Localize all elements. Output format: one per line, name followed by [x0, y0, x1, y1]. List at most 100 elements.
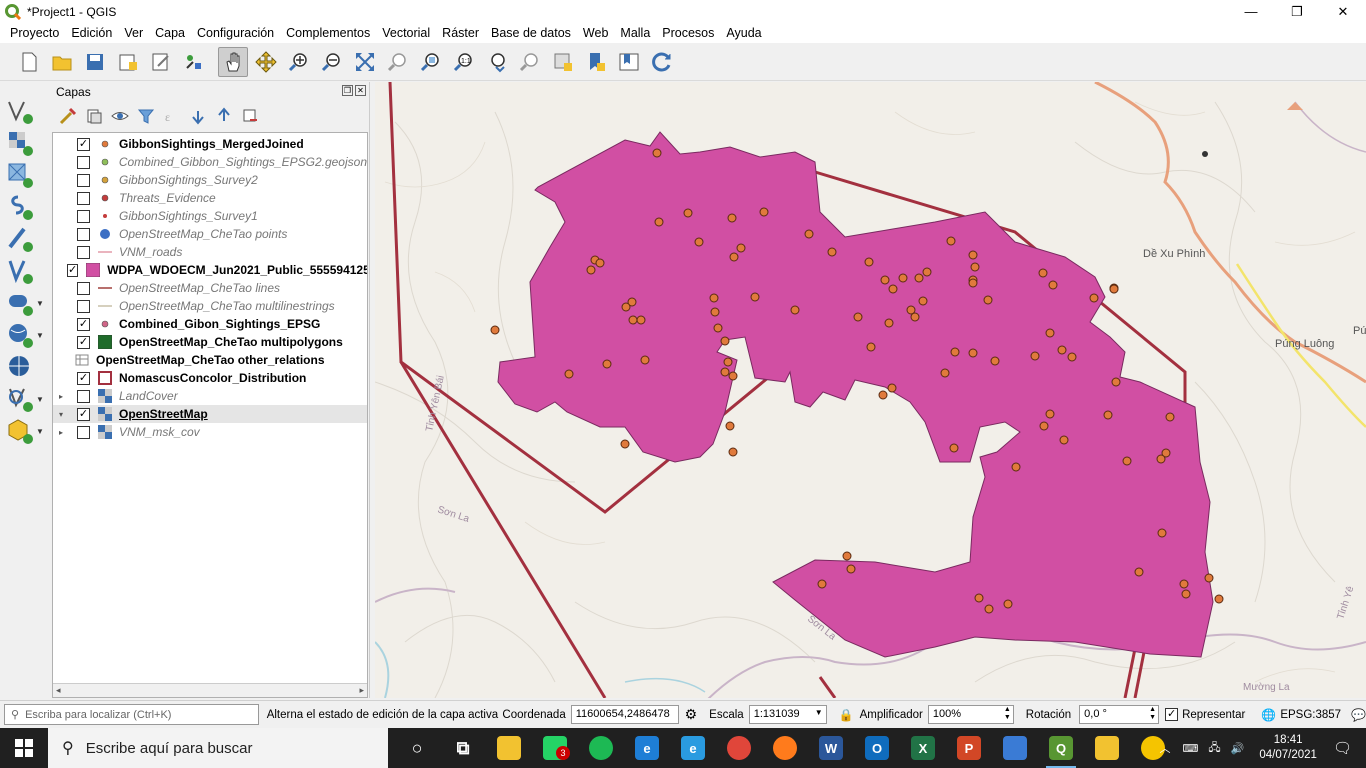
zoom-last-button[interactable]: [482, 47, 512, 77]
layer-visibility-checkbox[interactable]: [77, 425, 90, 439]
remove-layer-icon[interactable]: [240, 106, 260, 126]
zoom-to-selection-button[interactable]: [383, 47, 413, 77]
zoom-native-resolution-button[interactable]: 1:1: [449, 47, 479, 77]
menu-edicion[interactable]: Edición: [71, 26, 112, 40]
render-checkbox[interactable]: ✓: [1165, 708, 1179, 721]
collapse-arrow-icon[interactable]: ▾: [59, 410, 69, 419]
layer-row[interactable]: Combined_Gibbon_Sightings_EPSG2.geojson: [53, 153, 367, 171]
scale-field[interactable]: 1:131039 ▼: [748, 705, 827, 724]
menu-ayuda[interactable]: Ayuda: [726, 26, 761, 40]
menu-complementos[interactable]: Complementos: [286, 26, 370, 40]
menu-raster[interactable]: Ráster: [442, 26, 479, 40]
scroll-right-icon[interactable]: ▸: [359, 685, 364, 696]
crs-globe-icon[interactable]: 🌐: [1261, 708, 1276, 722]
excel-taskbar-button[interactable]: X: [900, 728, 946, 768]
firefox-taskbar-button[interactable]: [762, 728, 808, 768]
layer-row[interactable]: OpenStreetMap_CheTao points: [53, 225, 367, 243]
new-project-button[interactable]: [14, 47, 44, 77]
zoom-in-button[interactable]: [284, 47, 314, 77]
layer-row[interactable]: GibbonSightings_Survey1: [53, 207, 367, 225]
add-wfs-layer-button[interactable]: [6, 352, 46, 382]
coordinate-field[interactable]: 11600654,2486478: [570, 705, 679, 724]
messages-icon[interactable]: 💬: [1351, 708, 1366, 722]
spotify-taskbar-button[interactable]: [578, 728, 624, 768]
filter-legend-icon[interactable]: [136, 106, 156, 126]
task-view-taskbar-button[interactable]: ⧉: [440, 728, 486, 768]
chevron-down-icon[interactable]: ▼: [815, 708, 823, 717]
outlook-taskbar-button[interactable]: O: [854, 728, 900, 768]
spinner-icon[interactable]: ▲ ▼: [1004, 706, 1011, 722]
layer-row[interactable]: OpenStreetMap_CheTao other_relations: [53, 351, 367, 369]
layer-visibility-checkbox[interactable]: [77, 227, 90, 241]
add-postgis-layer-button[interactable]: ▼: [6, 288, 46, 318]
layer-visibility-checkbox[interactable]: [76, 155, 90, 169]
collapse-all-icon[interactable]: [214, 106, 234, 126]
chevron-up-icon[interactable]: ︿: [1160, 740, 1171, 756]
layer-row[interactable]: ✓ GibbonSightings_MergedJoined: [53, 135, 367, 153]
crs-label[interactable]: EPSG:3857: [1280, 709, 1341, 721]
locator-search-input[interactable]: ⚲ Escriba para localizar (Ctrl+K): [4, 704, 259, 725]
layer-row[interactable]: ✓ WDPA_WDOECM_Jun2021_Public_555594125: [53, 261, 367, 279]
close-button[interactable]: ✕: [1320, 0, 1366, 23]
layer-visibility-checkbox[interactable]: [77, 281, 90, 295]
new-map-view-button[interactable]: [548, 47, 578, 77]
zoom-next-button[interactable]: [515, 47, 545, 77]
show-bookmarks-button[interactable]: [614, 47, 644, 77]
menu-base-de-datos[interactable]: Base de datos: [491, 26, 571, 40]
identify-style-button[interactable]: [179, 47, 209, 77]
layer-visibility-checkbox[interactable]: ✓: [77, 137, 90, 151]
expand-arrow-icon[interactable]: ▸: [59, 428, 69, 437]
layer-row[interactable]: ▸ LandCover: [53, 387, 367, 405]
zoom-full-button[interactable]: [350, 47, 380, 77]
layer-visibility-checkbox[interactable]: ✓: [77, 407, 90, 421]
add-spatialite-layer-button[interactable]: [6, 256, 46, 286]
zoom-out-button[interactable]: [317, 47, 347, 77]
layer-row[interactable]: OpenStreetMap_CheTao multilinestrings: [53, 297, 367, 315]
layer-visibility-checkbox[interactable]: [77, 191, 90, 205]
cortana-taskbar-button[interactable]: ○: [394, 728, 440, 768]
menu-ver[interactable]: Ver: [124, 26, 143, 40]
app-yellow-taskbar-button[interactable]: [1084, 728, 1130, 768]
menu-malla[interactable]: Malla: [620, 26, 650, 40]
start-button[interactable]: [0, 728, 48, 768]
layer-visibility-checkbox[interactable]: [77, 245, 90, 259]
qgis-taskbar-button[interactable]: Q: [1038, 728, 1084, 768]
add-delimited-text-button[interactable]: [6, 192, 46, 222]
new-layer-button[interactable]: ▼: [6, 416, 46, 446]
menu-configuracion[interactable]: Configuración: [197, 26, 274, 40]
layer-visibility-checkbox[interactable]: ✓: [67, 263, 79, 277]
magnifier-field[interactable]: 100% ▲ ▼: [927, 705, 1014, 724]
layer-visibility-checkbox[interactable]: [77, 173, 90, 187]
add-virtual-layer-button[interactable]: ▼: [6, 384, 46, 414]
filter-by-expression-icon[interactable]: ε: [162, 106, 182, 126]
add-raster-layer-button[interactable]: [6, 128, 46, 158]
powerpoint-taskbar-button[interactable]: P: [946, 728, 992, 768]
close-panel-icon[interactable]: ✕: [355, 85, 366, 96]
layer-row[interactable]: ✓ OpenStreetMap_CheTao multipolygons: [53, 333, 367, 351]
layer-row[interactable]: Threats_Evidence: [53, 189, 367, 207]
new-bookmark-button[interactable]: [581, 47, 611, 77]
clock[interactable]: 18:41 04/07/2021: [1259, 733, 1317, 763]
taskbar-search-input[interactable]: ⚲ Escribe aquí para buscar: [48, 728, 388, 768]
word-taskbar-button[interactable]: W: [808, 728, 854, 768]
network-icon[interactable]: 🖧: [1208, 739, 1220, 758]
horizontal-scrollbar[interactable]: ◂ ▸: [53, 683, 367, 697]
layer-row[interactable]: OpenStreetMap_CheTao lines: [53, 279, 367, 297]
magnifier-app-taskbar-button[interactable]: [992, 728, 1038, 768]
layer-row[interactable]: ✓ NomascusConcolor_Distribution: [53, 369, 367, 387]
volume-icon[interactable]: 🔊: [1231, 742, 1245, 755]
layer-visibility-checkbox[interactable]: ✓: [77, 317, 90, 331]
whatsapp-taskbar-button[interactable]: 3: [532, 728, 578, 768]
input-icon[interactable]: ⌨: [1183, 742, 1199, 755]
pan-map-button[interactable]: [218, 46, 248, 77]
map-canvas[interactable]: Dề Xu Phình Púng Luông Tỉnh Yên Bái Sơn …: [375, 82, 1366, 698]
scroll-left-icon[interactable]: ◂: [56, 685, 61, 696]
spinner-icon[interactable]: ▲ ▼: [1149, 706, 1156, 722]
rotation-field[interactable]: 0,0 ° ▲ ▼: [1079, 705, 1160, 724]
zoom-to-layer-button[interactable]: [416, 47, 446, 77]
file-explorer-taskbar-button[interactable]: [486, 728, 532, 768]
layer-visibility-checkbox[interactable]: ✓: [77, 335, 90, 349]
expand-arrow-icon[interactable]: ▸: [59, 392, 69, 401]
menu-capa[interactable]: Capa: [155, 26, 185, 40]
layer-row[interactable]: ▾ ✓ OpenStreetMap: [53, 405, 367, 423]
